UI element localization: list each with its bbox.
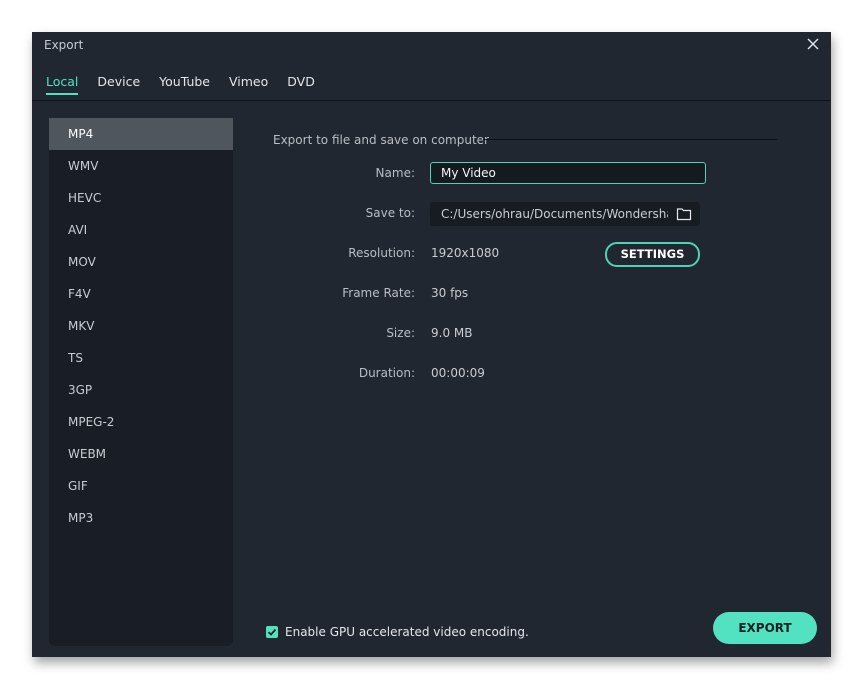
save-path-field[interactable]: C:/Users/ohrau/Documents/Wondershare — [430, 202, 700, 226]
tab-youtube[interactable]: YouTube — [159, 74, 210, 95]
section-divider — [483, 139, 777, 140]
size-row: Size: 9.0 MB — [32, 322, 831, 346]
size-label: Size: — [386, 326, 415, 340]
frame-rate-row: Frame Rate: 30 fps — [32, 282, 831, 306]
export-dialog: Export Local Device YouTube Vimeo DVD MP… — [32, 32, 831, 657]
close-icon[interactable] — [805, 36, 821, 52]
duration-row: Duration: 00:00:09 — [32, 362, 831, 386]
format-item-mpeg2[interactable]: MPEG-2 — [49, 406, 233, 438]
format-item-gif[interactable]: GIF — [49, 470, 233, 502]
tab-device[interactable]: Device — [97, 74, 140, 95]
format-item-mp3[interactable]: MP3 — [49, 502, 233, 534]
save-to-label: Save to: — [365, 206, 415, 220]
section-title: Export to file and save on computer — [273, 133, 489, 147]
name-label: Name: — [375, 166, 415, 180]
tab-local[interactable]: Local — [46, 74, 79, 95]
duration-value: 00:00:09 — [431, 366, 485, 380]
duration-label: Duration: — [358, 366, 415, 380]
size-value: 9.0 MB — [431, 326, 473, 340]
resolution-label: Resolution: — [348, 246, 415, 260]
tab-dvd[interactable]: DVD — [287, 74, 315, 95]
name-input[interactable] — [430, 162, 706, 184]
format-item-mp4[interactable]: MP4 — [49, 118, 233, 150]
tab-vimeo[interactable]: Vimeo — [229, 74, 268, 95]
gpu-option: Enable GPU accelerated video encoding. — [266, 625, 529, 639]
name-row: Name: — [32, 162, 831, 186]
export-button[interactable]: EXPORT — [713, 612, 817, 644]
resolution-value: 1920x1080 — [431, 246, 500, 260]
tab-divider — [32, 100, 831, 101]
gpu-checkbox[interactable] — [266, 626, 278, 638]
format-item-webm[interactable]: WEBM — [49, 438, 233, 470]
resolution-row: Resolution: 1920x1080 SETTINGS — [32, 242, 831, 267]
save-path-value: C:/Users/ohrau/Documents/Wondershare — [441, 207, 668, 221]
window-title: Export — [44, 38, 84, 52]
tab-bar: Local Device YouTube Vimeo DVD — [46, 74, 334, 95]
checkmark-icon — [267, 628, 277, 636]
gpu-label: Enable GPU accelerated video encoding. — [285, 625, 529, 639]
save-to-row: Save to: C:/Users/ohrau/Documents/Wonder… — [32, 202, 831, 226]
frame-rate-label: Frame Rate: — [342, 286, 415, 300]
frame-rate-value: 30 fps — [431, 286, 469, 300]
folder-icon[interactable] — [676, 207, 692, 221]
settings-button[interactable]: SETTINGS — [605, 242, 700, 267]
